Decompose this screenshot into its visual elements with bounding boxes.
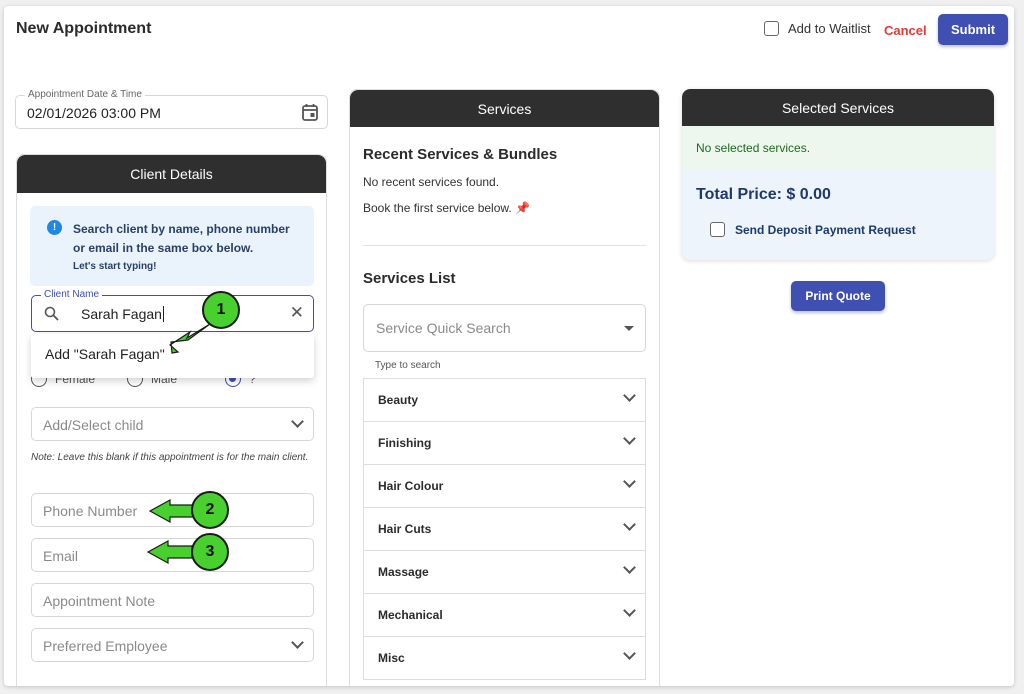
arrow-2-icon [148,498,196,524]
callout-1: 1 [202,291,240,329]
annotation-arrows [146,323,211,565]
callout-2: 2 [191,491,229,529]
arrow-1-icon [169,323,211,354]
callout-3: 3 [191,533,229,571]
arrow-3-icon [146,539,193,565]
